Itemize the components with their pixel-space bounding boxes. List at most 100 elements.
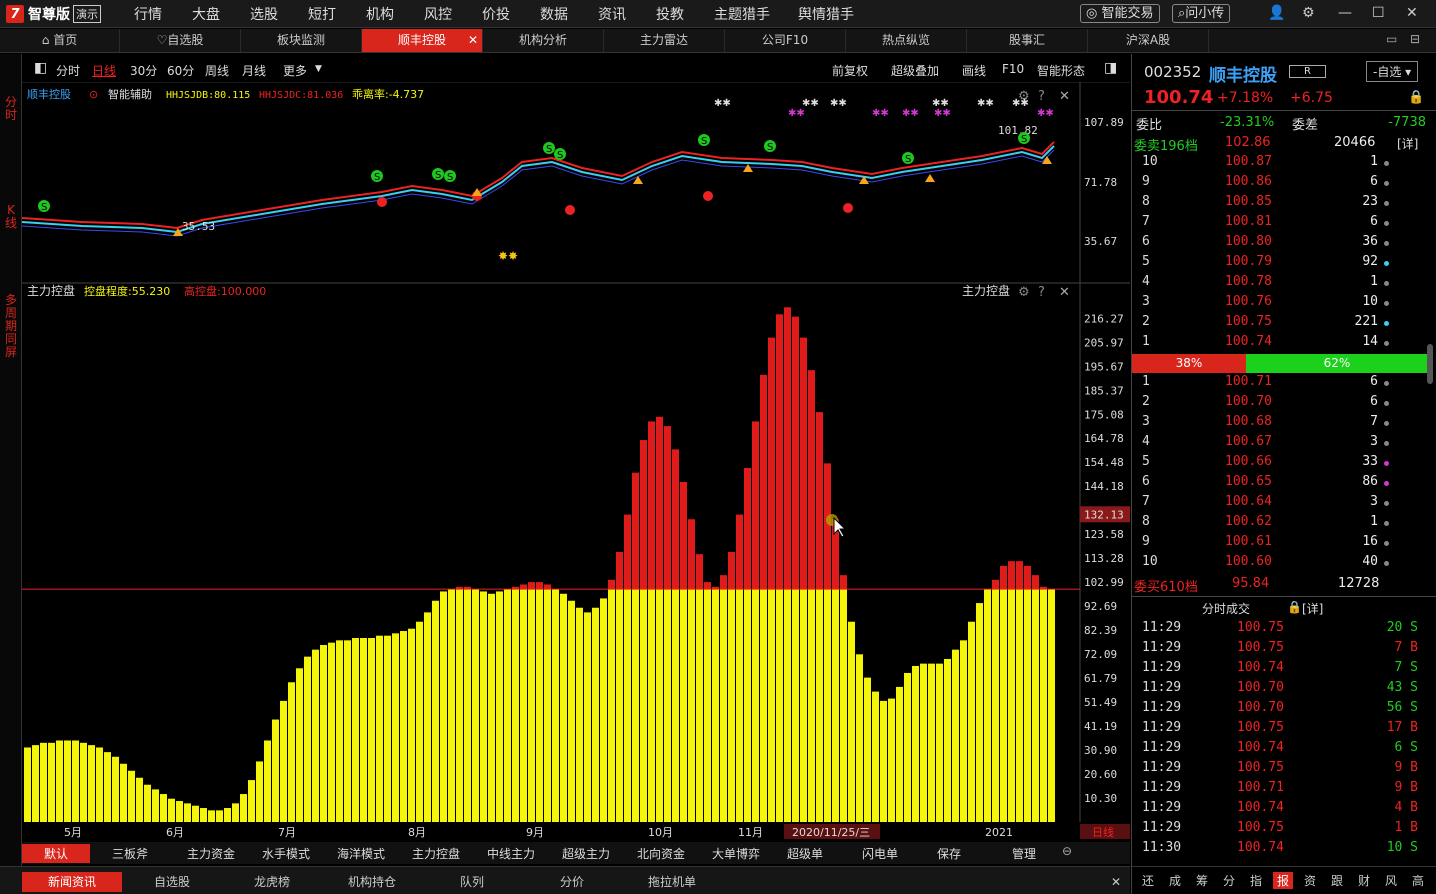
side-tab-5[interactable]: 报 [1273,872,1293,889]
settings-icon[interactable]: ⚙ [1302,5,1315,21]
side-tab-2[interactable]: 筹 [1192,872,1212,889]
user-icon[interactable]: 👤 [1268,5,1285,21]
star-marker-icon: ✱✱ [872,108,889,119]
menu-2[interactable]: 选股 [250,4,278,24]
tab-5[interactable]: 主力雷达 [604,29,725,52]
ind-tab-6[interactable]: 中线主力 [487,845,535,862]
news-close-icon[interactable]: ✕ [1108,872,1124,892]
news-tab-2[interactable]: 龙虎榜 [222,872,322,892]
ind-tab-12[interactable]: 保存 [937,845,961,862]
ind-tab-11[interactable]: 闪电单 [862,845,898,862]
buy-level: 7 [1142,494,1150,509]
menu-5[interactable]: 风控 [424,4,452,24]
side-tab-0[interactable]: 还 [1138,872,1158,889]
ind-tab-3[interactable]: 水手模式 [262,845,310,862]
app-logo[interactable]: 7 智尊版 演示 [6,4,101,24]
layout-icon[interactable]: ◧ [34,60,47,76]
side-tab-7[interactable]: 跟 [1327,872,1347,889]
ind-tab-4[interactable]: 海洋模式 [337,845,385,862]
panel-toggle-icon[interactable]: ◨ [1104,60,1117,76]
period-3[interactable]: 60分 [167,62,194,79]
tab-settings-icon[interactable]: ▭ [1386,32,1397,46]
menu-4[interactable]: 机构 [366,4,394,24]
menu-7[interactable]: 数据 [540,4,568,24]
period-1[interactable]: 日线 [92,62,116,79]
tab-8[interactable]: 股事汇 [967,29,1088,52]
tab-1[interactable]: ♡自选股 [120,29,241,52]
side-tab-1[interactable]: 成 [1165,872,1185,889]
news-tab-3[interactable]: 机构持仓 [322,872,422,892]
side-tab-3[interactable]: 分 [1219,872,1239,889]
ind-tab-5[interactable]: 主力控盘 [412,845,460,862]
menu-9[interactable]: 投教 [656,4,684,24]
maximize-icon[interactable]: ☐ [1372,5,1385,21]
period-5[interactable]: 月线 [242,62,266,79]
smart-trade-button[interactable]: ◎ 智能交易 [1080,4,1160,23]
close-icon[interactable]: ✕ [1406,5,1418,21]
tab-6[interactable]: 公司F10 [725,29,846,52]
chart-svg[interactable]: 顺丰控股 ⊙ 智能辅助 HHJSJDB:80.115 HHJSJDC:81.036 乖离率… [22,82,1130,870]
ind-tab-9[interactable]: 大单博弈 [712,845,760,862]
tab-expand-icon[interactable]: ⊟ [1410,32,1420,46]
side-tab-9[interactable]: 风 [1381,872,1401,889]
ind-tab-1[interactable]: 三板斧 [112,845,148,862]
tab-3[interactable]: 顺丰控股 ✕ [362,29,483,52]
ind-more-icon[interactable]: ⊖ [1062,844,1072,858]
ind-tab-8[interactable]: 北向资金 [637,845,685,862]
menu-1[interactable]: 大盘 [192,4,220,24]
menu-0[interactable]: 行情 [134,4,162,24]
news-tab-4[interactable]: 队列 [422,872,522,892]
strip-multi[interactable]: 多周期同屏 [4,294,18,359]
ind-tab-2[interactable]: 主力资金 [187,845,235,862]
more-chevron-icon[interactable]: ▼ [315,64,322,74]
detail-link[interactable]: [详] [1397,135,1418,152]
ind-bar [384,635,391,822]
scrollbar-thumb[interactable] [1427,344,1433,384]
toolbar-right-1[interactable]: 超级叠加 [891,62,939,79]
period-4[interactable]: 周线 [205,62,229,79]
toolbar-right-2[interactable]: 画线 [962,62,986,79]
add-watchlist-button[interactable]: -自选 ▾ [1366,61,1419,82]
tab-7[interactable]: 热点纵览 [846,29,967,52]
side-tab-4[interactable]: 指 [1246,872,1266,889]
side-tab-8[interactable]: 财 [1354,872,1374,889]
trades-detail-link[interactable]: [详] [1302,600,1323,617]
strip-kline[interactable]: K线 [4,204,18,230]
period-2[interactable]: 30分 [130,62,157,79]
ind-tab-0[interactable]: 默认 [22,844,91,863]
ind-bar [672,589,679,822]
minimize-icon[interactable]: — [1338,5,1352,21]
ask-button[interactable]: ⌕问小传 [1172,4,1231,23]
ind-bar [456,589,463,822]
ind-tab-7[interactable]: 超级主力 [562,845,610,862]
ind-bar [176,801,183,822]
strip-fenshi[interactable]: 分时 [4,96,18,122]
side-tab-10[interactable]: 高 [1408,872,1428,889]
tab-0[interactable]: ⌂ 首页 [0,29,120,52]
toolbar-right-0[interactable]: 前复权 [832,62,868,79]
tab-2[interactable]: 板块监测 [241,29,362,52]
menu-3[interactable]: 短打 [308,4,336,24]
menu-10[interactable]: 主题猎手 [714,4,770,24]
news-tab-0[interactable]: 新闻资讯 [22,872,122,892]
period-0[interactable]: 分时 [56,62,80,79]
ind-bar [368,638,375,822]
period-6[interactable]: 更多 [283,62,307,79]
ind-tab-10[interactable]: 超级单 [787,845,823,862]
menu-11[interactable]: 舆情猎手 [798,4,854,24]
news-tab-5[interactable]: 分价 [522,872,622,892]
tab-4[interactable]: 机构分析 [483,29,604,52]
ind-tab-13[interactable]: 管理 [1012,845,1036,862]
toolbar-right-3[interactable]: F10 [1002,62,1024,76]
toolbar-right-4[interactable]: 智能形态 [1037,62,1085,79]
level-dot-icon [1384,561,1389,566]
news-tab-1[interactable]: 自选股 [122,872,222,892]
side-tab-6[interactable]: 资 [1300,872,1320,889]
lock-icon[interactable]: 🔒 [1408,90,1424,105]
menu-8[interactable]: 资讯 [598,4,626,24]
menu-6[interactable]: 价投 [482,4,510,24]
tab-close-icon[interactable]: ✕ [468,29,478,52]
ind-ytick: 205.97 [1084,336,1124,349]
tab-9[interactable]: 沪深A股 [1088,29,1209,52]
news-tab-6[interactable]: 拖拉机单 [622,872,722,892]
